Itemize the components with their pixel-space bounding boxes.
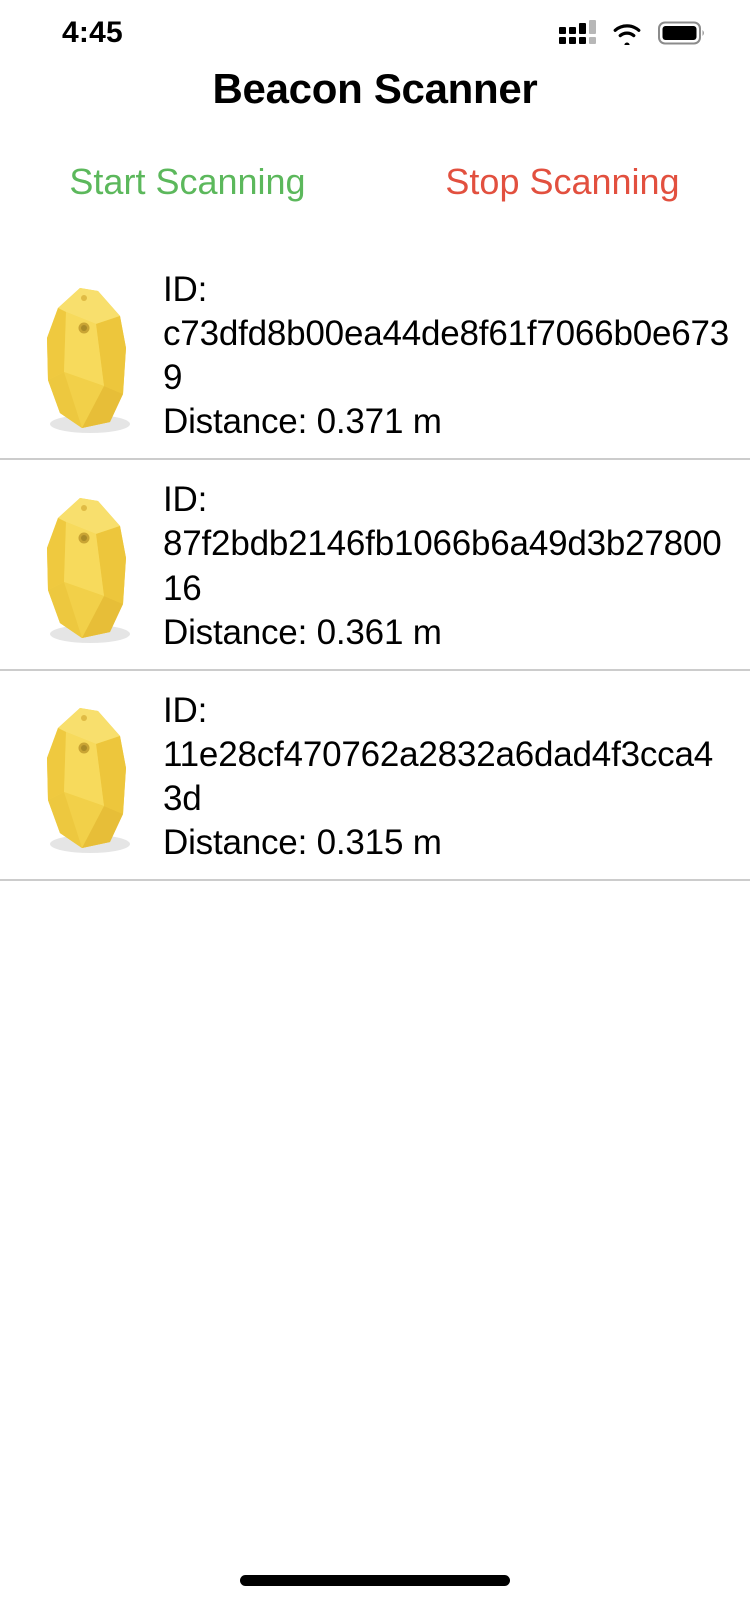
status-bar-icons [559,17,706,45]
cellular-signal-icon [559,20,596,44]
beacon-list-item[interactable]: ID: 87f2bdb2146fb1066b6a49d3b2780016 Dis… [0,460,750,671]
stop-scanning-button[interactable]: Stop Scanning [375,158,750,206]
status-bar: 4:45 [0,0,750,62]
page-title: Beacon Scanner [212,65,538,112]
home-indicator-area [0,1554,750,1624]
beacon-distance: Distance: 0.361 m [163,612,442,652]
beacon-id-value: 11e28cf470762a2832a6dad4f3cca43d [163,734,713,818]
beacon-distance: Distance: 0.315 m [163,823,442,863]
home-indicator[interactable] [240,1574,510,1586]
empty-list-area [0,881,750,1554]
beacon-list-item[interactable]: ID: c73dfd8b00ea44de8f61f7066b0e6739 Dis… [0,250,750,461]
battery-full-icon [658,21,706,45]
beacon-thumbnail [18,687,153,862]
beacon-details: ID: 11e28cf470762a2832a6dad4f3cca43d Dis… [153,687,732,865]
beacon-details: ID: c73dfd8b00ea44de8f61f7066b0e6739 Dis… [153,266,732,444]
scan-controls: Start Scanning Stop Scanning [0,158,750,206]
beacon-thumbnail [18,266,153,441]
app-screen: 4:45 Beacon Scanner Start Scanning Stop … [0,0,750,1624]
beacon-list-item[interactable]: ID: 11e28cf470762a2832a6dad4f3cca43d Dis… [0,671,750,882]
beacon-distance: Distance: 0.371 m [163,402,442,442]
start-scanning-button[interactable]: Start Scanning [0,158,375,206]
beacon-details: ID: 87f2bdb2146fb1066b6a49d3b2780016 Dis… [153,476,732,654]
beacon-id-value: 87f2bdb2146fb1066b6a49d3b2780016 [163,524,722,608]
beacon-list: ID: c73dfd8b00ea44de8f61f7066b0e6739 Dis… [0,250,750,882]
beacon-id-label: ID: [163,480,208,520]
beacon-id-label: ID: [163,690,208,730]
beacon-id-label: ID: [163,270,208,309]
beacon-id-value: c73dfd8b00ea44de8f61f7066b0e6739 [163,314,730,398]
beacon-thumbnail [18,476,153,651]
status-bar-time: 4:45 [62,16,123,49]
wifi-icon [611,22,643,45]
